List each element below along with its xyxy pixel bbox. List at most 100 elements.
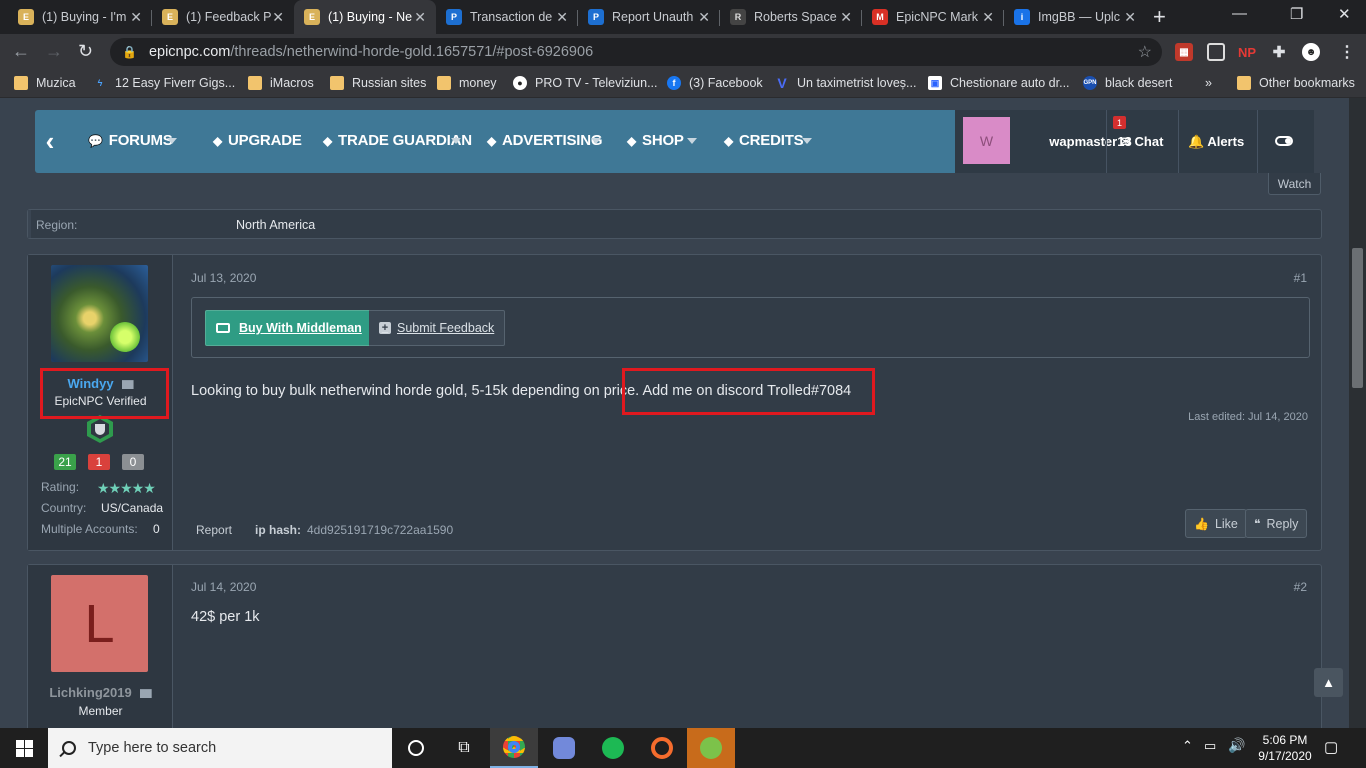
np-extension-icon[interactable]: NP xyxy=(1238,43,1256,61)
bookmark-item[interactable]: ϟ 12 Easy Fiverr Gigs... xyxy=(93,76,236,90)
reply-button[interactable]: ❝ Reply xyxy=(1245,509,1308,538)
spotify-taskbar-icon[interactable] xyxy=(589,728,637,768)
bookmark-item[interactable]: ▣ Chestionare auto dr... xyxy=(928,76,1070,90)
bookmarks-overflow[interactable]: » xyxy=(1205,76,1212,90)
windows-taskbar: Type here to search ⧉ ⌃ ▭ 🔊 5:06 PM 9/17… xyxy=(0,728,1366,768)
chevron-up-icon[interactable]: ⌃ xyxy=(1182,738,1193,754)
scrollbar-thumb[interactable] xyxy=(1352,248,1363,388)
close-tab-icon[interactable]: ✕ xyxy=(982,9,994,26)
start-button[interactable] xyxy=(0,728,48,768)
bookmark-star-icon[interactable]: ☆ xyxy=(1138,42,1152,62)
neutral-count[interactable]: 0 xyxy=(122,454,144,470)
discord-taskbar-icon[interactable] xyxy=(540,728,588,768)
network-icon[interactable]: ▭ xyxy=(1204,738,1216,754)
maximize-icon[interactable]: ❐ xyxy=(1290,5,1303,23)
nav-user-area: W wapmaster13 1 ✉ Chat 🔔 Alerts xyxy=(955,110,1314,173)
bookmark-item[interactable]: iMacros xyxy=(248,76,314,90)
menu-dots-icon[interactable]: ⋮ xyxy=(1338,43,1356,61)
alerts-button[interactable]: 🔔 Alerts xyxy=(1188,134,1244,150)
close-tab-icon[interactable]: ✕ xyxy=(414,9,426,26)
taskbar-search-box[interactable]: Type here to search xyxy=(48,728,392,768)
origin-taskbar-icon[interactable] xyxy=(638,728,686,768)
submit-feedback-button[interactable]: + Submit Feedback xyxy=(369,310,506,346)
chevron-down-icon[interactable] xyxy=(451,138,461,144)
notifications-icon[interactable]: ▢ xyxy=(1324,738,1338,756)
minimize-icon[interactable]: — xyxy=(1232,5,1247,22)
extension-icon[interactable] xyxy=(1207,43,1225,61)
envelope-icon[interactable] xyxy=(139,689,152,699)
nav-upgrade[interactable]: ◆ UPGRADE xyxy=(213,132,302,149)
browser-tab[interactable]: M EpicNPC Mark ✕ xyxy=(862,0,1004,34)
new-tab-icon[interactable]: + xyxy=(1153,4,1166,30)
chevron-down-icon[interactable] xyxy=(591,138,601,144)
browser-tab-active[interactable]: E (1) Buying - Ne ✕ xyxy=(294,0,436,34)
positive-count[interactable]: 21 xyxy=(54,454,76,470)
chevron-down-icon[interactable] xyxy=(167,138,177,144)
report-link[interactable]: Report xyxy=(196,523,232,537)
nav-back-chevron-icon[interactable]: ‹ xyxy=(35,110,65,173)
cortana-icon[interactable] xyxy=(392,728,440,768)
nav-trade-guardian[interactable]: ◆ TRADE GUARDIAN xyxy=(323,132,472,149)
post-number[interactable]: #1 xyxy=(1294,271,1307,285)
browser-tab[interactable]: i ImgBB — Uplc ✕ xyxy=(1004,0,1146,34)
post-date[interactable]: Jul 14, 2020 xyxy=(191,580,256,594)
watch-button[interactable]: Watch xyxy=(1268,173,1321,195)
volume-icon[interactable]: 🔊 xyxy=(1228,737,1245,754)
close-tab-icon[interactable]: ✕ xyxy=(698,9,710,26)
browser-tab[interactable]: R Roberts Space ✕ xyxy=(720,0,862,34)
task-view-icon[interactable]: ⧉ xyxy=(440,728,488,768)
browser-tab[interactable]: E (1) Feedback P ✕ xyxy=(152,0,294,34)
lock-icon: 🔒 xyxy=(122,45,137,59)
post-username[interactable]: Lichking2019 xyxy=(28,685,173,700)
close-tab-icon[interactable]: ✕ xyxy=(1124,9,1136,26)
bookmark-item[interactable]: money xyxy=(437,76,497,90)
utorrent-taskbar-icon[interactable] xyxy=(687,728,735,768)
close-window-icon[interactable]: ✕ xyxy=(1338,5,1351,23)
nav-label: CREDITS xyxy=(739,132,804,149)
browser-tab[interactable]: E (1) Buying - I'm ✕ xyxy=(8,0,152,34)
avatar[interactable]: L xyxy=(51,575,148,672)
nav-advertising[interactable]: ◆ ADVERTISING xyxy=(487,132,603,149)
nav-credits[interactable]: ◆ CREDITS xyxy=(724,132,804,149)
close-tab-icon[interactable]: ✕ xyxy=(272,9,284,26)
extension-icon[interactable]: ▦ xyxy=(1175,43,1193,61)
chat-button[interactable]: ✉ Chat xyxy=(1120,134,1163,150)
scroll-to-top-button[interactable]: ▲ xyxy=(1314,668,1343,697)
rating-stars-icon: ★★★★★ xyxy=(97,480,156,496)
reload-icon[interactable]: ↻ xyxy=(78,41,93,62)
bookmark-item[interactable]: GPN black desert xyxy=(1083,76,1172,90)
gmail-favicon-icon: M xyxy=(872,9,888,25)
avatar[interactable]: W xyxy=(963,117,1010,164)
close-tab-icon[interactable]: ✕ xyxy=(840,9,852,26)
like-button[interactable]: 👍 Like xyxy=(1185,509,1247,538)
browser-tab[interactable]: P Report Unauth ✕ xyxy=(578,0,720,34)
bookmark-item[interactable]: V Un taximetrist loveș... xyxy=(775,75,916,91)
theme-toggle[interactable] xyxy=(1275,136,1293,146)
profile-icon[interactable]: ☻ xyxy=(1302,43,1320,61)
avatar[interactable] xyxy=(51,265,148,362)
post-number[interactable]: #2 xyxy=(1294,580,1307,594)
bookmark-item[interactable]: Other bookmarks xyxy=(1237,76,1355,90)
nav-shop[interactable]: ◆ SHOP xyxy=(627,132,684,149)
browser-tab[interactable]: P Transaction de ✕ xyxy=(436,0,578,34)
post-date[interactable]: Jul 13, 2020 xyxy=(191,271,256,285)
puzzle-icon[interactable]: ✚ xyxy=(1270,43,1288,61)
close-tab-icon[interactable]: ✕ xyxy=(556,9,568,26)
back-arrow-icon[interactable]: ← xyxy=(12,41,30,62)
bookmark-item[interactable]: Muzica xyxy=(14,76,76,90)
bookmark-item[interactable]: ● PRO TV - Televiziun... xyxy=(513,76,658,90)
chevron-down-icon[interactable] xyxy=(802,138,812,144)
close-tab-icon[interactable]: ✕ xyxy=(130,9,142,26)
bookmark-item[interactable]: Russian sites xyxy=(330,76,426,90)
bookmark-item[interactable]: f (3) Facebook xyxy=(667,76,763,90)
chrome-taskbar-icon[interactable] xyxy=(490,728,538,768)
forward-arrow-icon[interactable]: → xyxy=(45,41,63,62)
chevron-down-icon[interactable] xyxy=(687,138,697,144)
taskbar-clock[interactable]: 5:06 PM 9/17/2020 xyxy=(1250,732,1320,764)
address-bar[interactable]: 🔒 epicnpc.com /threads/netherwind-horde-… xyxy=(110,38,1162,66)
negative-count[interactable]: 1 xyxy=(88,454,110,470)
page-scrollbar[interactable] xyxy=(1349,98,1366,728)
nav-forums[interactable]: 💬 FORUMS xyxy=(88,132,173,149)
username-text[interactable]: Lichking2019 xyxy=(49,685,131,700)
buy-with-middleman-button[interactable]: Buy With Middleman xyxy=(205,310,373,346)
